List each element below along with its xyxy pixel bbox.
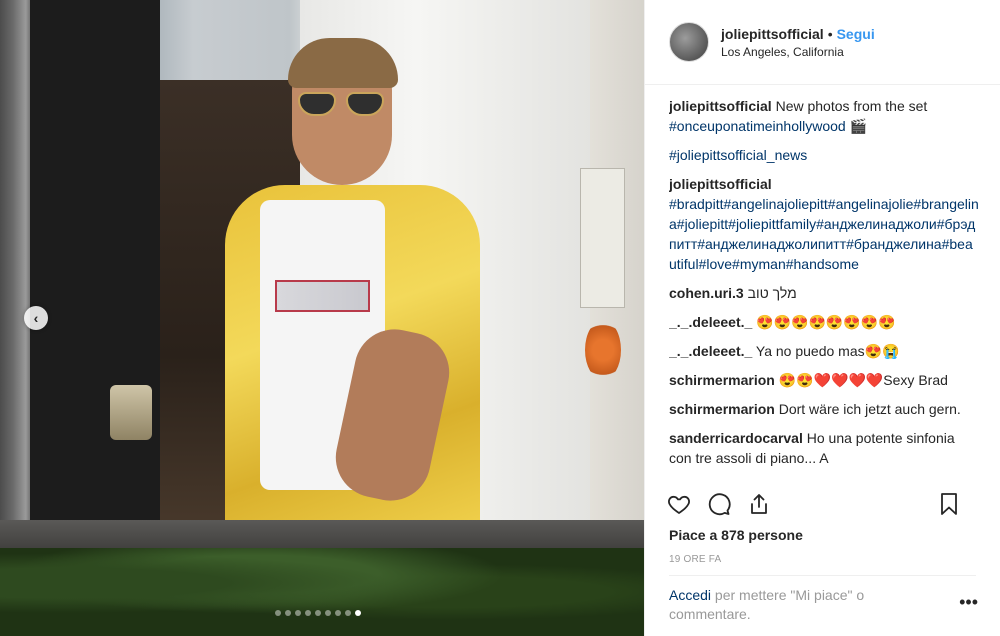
photo-background	[30, 0, 160, 520]
post-actions	[667, 490, 977, 522]
comment-text: Dort wäre ich jetzt auch gern.	[778, 401, 961, 417]
chevron-left-icon: ‹	[33, 310, 39, 326]
carousel-dot	[315, 610, 321, 616]
comment-hashtag[interactable]: #bradpitt#angelinajoliepitt#angelinajoli…	[669, 196, 979, 272]
comment-item: _._.deleeet._ 😍😍😍😍😍😍😍😍	[669, 312, 979, 332]
carousel-dot	[345, 610, 351, 616]
comment-text: 😍😍😍😍😍😍😍😍	[756, 314, 896, 330]
comment-item: #joliepittsofficial_news	[669, 145, 979, 165]
header-separator: •	[827, 25, 833, 42]
comment-item: cohen.uri.3 מלך טוב	[669, 283, 979, 303]
comment-suffix: 🎬	[845, 118, 868, 134]
comment-item: joliepittsofficial New photos from the s…	[669, 96, 979, 136]
comment-item: joliepittsofficial #bradpitt#angelinajol…	[669, 174, 979, 274]
comment-text: Ya no puedo mas😍😭	[755, 343, 900, 359]
comment-username[interactable]: cohen.uri.3	[669, 285, 744, 301]
comment-text: New photos from the set	[775, 98, 928, 114]
photo-background	[580, 168, 625, 308]
photo-subject	[298, 92, 386, 118]
share-icon[interactable]	[747, 492, 771, 521]
comment-hashtag[interactable]: #onceuponatimeinhollywood	[669, 118, 846, 134]
comment-item: sanderricardocarval Ho una potente sinfo…	[669, 428, 979, 468]
comment-text: 😍😍❤️❤️❤️❤️Sexy Brad	[778, 372, 948, 388]
comment-username[interactable]: schirmermarion	[669, 372, 775, 388]
carousel-dots	[275, 610, 361, 616]
comment-username[interactable]: joliepittsofficial	[669, 176, 772, 192]
post-header: joliepittsofficial • Segui Los Angeles, Ca…	[645, 0, 1000, 85]
avatar[interactable]	[669, 22, 709, 62]
photo-background	[0, 548, 644, 636]
carousel-dot	[275, 610, 281, 616]
photo-subject	[288, 38, 398, 88]
comment-username[interactable]: joliepittsofficial	[669, 98, 772, 114]
comment-text: מלך טוב	[747, 285, 797, 301]
comment-username[interactable]: schirmermarion	[669, 401, 775, 417]
comment-item: _._.deleeet._ Ya no puedo mas😍😭	[669, 341, 979, 361]
photo-subject	[275, 280, 370, 312]
post-timestamp[interactable]: 19 ORE FA	[669, 554, 721, 565]
carousel-dot	[325, 610, 331, 616]
carousel-dot	[295, 610, 301, 616]
comment-hashtag[interactable]: #joliepittsofficial_news	[669, 147, 807, 163]
more-options-button[interactable]: •••	[959, 592, 978, 613]
previous-photo-button[interactable]: ‹	[24, 306, 48, 330]
post-panel: joliepittsofficial • Segui Los Angeles, Ca…	[644, 0, 1000, 636]
follow-button[interactable]: Segui	[837, 26, 875, 42]
photo-background	[585, 320, 621, 380]
comment-item: schirmermarion 😍😍❤️❤️❤️❤️Sexy Brad	[669, 370, 979, 390]
photo-background	[110, 385, 152, 440]
carousel-dot	[285, 610, 291, 616]
post-username[interactable]: joliepittsofficial	[721, 26, 824, 42]
comment-icon[interactable]	[707, 492, 731, 521]
carousel-dot	[355, 610, 361, 616]
carousel-dot	[335, 610, 341, 616]
login-prompt: Accedi per mettere "Mi piace" o commenta…	[669, 586, 949, 624]
comments-list[interactable]: joliepittsofficial New photos from the s…	[669, 96, 979, 486]
likes-count[interactable]: Piace a 878 persone	[669, 527, 803, 543]
comment-username[interactable]: _._.deleeet._	[669, 343, 752, 359]
divider	[669, 575, 976, 576]
post-location[interactable]: Los Angeles, California	[721, 45, 875, 59]
bookmark-icon[interactable]	[937, 492, 961, 521]
post-photo[interactable]: ‹	[0, 0, 644, 636]
comment-item: schirmermarion Dort wäre ich jetzt auch …	[669, 399, 979, 419]
login-link[interactable]: Accedi	[669, 587, 711, 603]
comment-username[interactable]: sanderricardocarval	[669, 430, 803, 446]
heart-icon[interactable]	[667, 492, 691, 521]
carousel-dot	[305, 610, 311, 616]
comment-username[interactable]: _._.deleeet._	[669, 314, 752, 330]
